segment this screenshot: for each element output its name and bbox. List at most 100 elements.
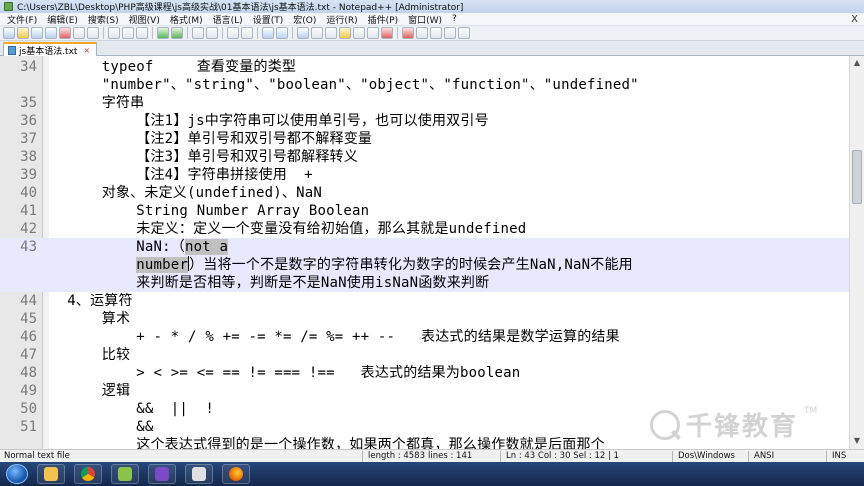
menu-view[interactable]: 视图(V) — [124, 13, 165, 26]
menu-help[interactable]: ? — [447, 14, 462, 24]
menu-edit[interactable]: 编辑(E) — [42, 13, 83, 26]
line-text: 【注4】字符串拼接使用 + — [50, 167, 313, 183]
window-title: C:\Users\ZBL\Desktop\PHP高级课程\js高级实战\01基本… — [17, 3, 464, 13]
code-line: 37 【注2】单引号和双引号都不解释变量 — [0, 130, 849, 148]
redo-icon[interactable] — [171, 27, 183, 39]
editor-area[interactable]: 34 typeof 查看变量的类型 "number"、"string"、"boo… — [0, 56, 864, 449]
title-bar: C:\Users\ZBL\Desktop\PHP高级课程\js高级实战\01基本… — [0, 0, 864, 13]
line-number: 37 — [20, 131, 37, 147]
close-file-icon[interactable] — [59, 27, 71, 39]
toolbar-divider — [292, 27, 293, 39]
status-divider — [362, 451, 363, 462]
line-text: String Number Array Boolean — [50, 203, 370, 219]
tab-close-icon[interactable]: × — [83, 46, 90, 55]
close-all-icon[interactable] — [73, 27, 85, 39]
phpstorm-icon[interactable] — [148, 464, 176, 484]
menu-settings[interactable]: 设置(T) — [248, 13, 289, 26]
insert-mode-status: INS — [832, 451, 847, 461]
status-divider — [500, 451, 501, 462]
code-line: 36 【注1】js中字符串可以使用单引号，也可以使用双引号 — [0, 112, 849, 130]
print-icon[interactable] — [87, 27, 99, 39]
doc-map-icon[interactable] — [353, 27, 365, 39]
menu-macro[interactable]: 宏(O) — [288, 13, 321, 26]
media-icon[interactable] — [185, 464, 213, 484]
lines-status: lines : 141 — [428, 451, 473, 461]
zoom-in-icon[interactable] — [227, 27, 239, 39]
open-file-icon[interactable] — [17, 27, 29, 39]
line-text: 算术 — [50, 311, 131, 327]
macro-record-icon[interactable] — [402, 27, 414, 39]
code-line: 39 【注4】字符串拼接使用 + — [0, 166, 849, 184]
word-wrap-icon[interactable] — [297, 27, 309, 39]
code-line: "number"、"string"、"boolean"、"object"、"fu… — [0, 76, 849, 94]
find-icon[interactable] — [192, 27, 204, 39]
notepadpp-app-icon — [4, 2, 13, 11]
code-line: 34 typeof 查看变量的类型 — [0, 58, 849, 76]
line-text: number）当将一个不是数字的字符串转化为数字的时候会产生NaN,NaN不能用 — [50, 256, 633, 274]
monitoring-icon[interactable] — [381, 27, 393, 39]
menu-run[interactable]: 运行(R) — [321, 13, 362, 26]
firefox-icon[interactable] — [222, 464, 250, 484]
scroll-down-icon[interactable]: ▼ — [850, 434, 864, 448]
menu-plugins[interactable]: 插件(P) — [363, 13, 403, 26]
system-tray — [796, 466, 856, 482]
indent-guide-icon[interactable] — [325, 27, 337, 39]
zoom-out-icon[interactable] — [241, 27, 253, 39]
text-segment — [50, 257, 136, 273]
line-number: 47 — [20, 347, 37, 363]
close-document-icon[interactable]: X — [851, 14, 858, 25]
line-number: 39 — [20, 167, 37, 183]
sync-horizontal-icon[interactable] — [276, 27, 288, 39]
line-text: 逻辑 — [50, 383, 131, 399]
toolbar-divider — [222, 27, 223, 39]
menu-search[interactable]: 搜索(S) — [83, 13, 124, 26]
scroll-up-icon[interactable]: ▲ — [850, 56, 864, 70]
paste-icon[interactable] — [136, 27, 148, 39]
text-segment: NaN:（ — [50, 239, 186, 255]
replace-icon[interactable] — [206, 27, 218, 39]
line-text: 字符串 — [50, 95, 145, 111]
menu-window[interactable]: 窗口(W) — [403, 13, 447, 26]
copy-icon[interactable] — [122, 27, 134, 39]
menu-format[interactable]: 格式(M) — [165, 13, 208, 26]
undo-icon[interactable] — [157, 27, 169, 39]
save-icon[interactable] — [31, 27, 43, 39]
menu-language[interactable]: 语言(L) — [208, 13, 248, 26]
line-number: 46 — [20, 329, 37, 345]
folder-icon[interactable] — [37, 464, 65, 484]
code-line: 35 字符串 — [0, 94, 849, 112]
code-line: 40 对象、未定义(undefined)、NaN — [0, 184, 849, 202]
line-text: 这个表达式得到的是一个操作数，如果两个都真，那么操作数就是后面那个 — [50, 437, 605, 449]
line-text: + - * / % += -= *= /= %= ++ -- 表达式的结果是数学… — [50, 329, 620, 345]
function-list-icon[interactable] — [367, 27, 379, 39]
code-line: 41 String Number Array Boolean — [0, 202, 849, 220]
notepadpp-icon[interactable] — [111, 464, 139, 484]
encoding-status[interactable]: ANSI — [754, 451, 774, 461]
macro-run-multiple-icon[interactable] — [444, 27, 456, 39]
macro-save-icon[interactable] — [458, 27, 470, 39]
line-number: 35 — [20, 95, 37, 111]
macro-play-icon[interactable] — [430, 27, 442, 39]
menu-file[interactable]: 文件(F) — [2, 13, 42, 26]
line-text: 4、运算符 — [50, 293, 133, 309]
save-all-icon[interactable] — [45, 27, 57, 39]
tab-js-basic-syntax[interactable]: js基本语法.txt × — [3, 42, 98, 57]
code-line: 45 算术 — [0, 310, 849, 328]
current-line: 来判断是否相等，判断是不是NaN使用isNaN函数来判断 — [0, 274, 849, 292]
cut-icon[interactable] — [108, 27, 120, 39]
scrollbar-thumb[interactable] — [852, 150, 862, 204]
windows-start-icon[interactable] — [6, 464, 28, 484]
new-file-icon[interactable] — [3, 27, 15, 39]
line-number: 48 — [20, 365, 37, 381]
selected-text: number — [136, 257, 189, 273]
show-all-chars-icon[interactable] — [311, 27, 323, 39]
macro-stop-icon[interactable] — [416, 27, 428, 39]
vertical-scrollbar[interactable]: ▲ ▼ — [849, 56, 864, 449]
line-number: 34 — [20, 59, 37, 75]
line-number: 38 — [20, 149, 37, 165]
user-language-icon[interactable] — [339, 27, 351, 39]
line-text: && || ! — [50, 401, 214, 417]
sync-vertical-icon[interactable] — [262, 27, 274, 39]
eol-status[interactable]: Dos\Windows — [678, 451, 735, 461]
chrome-icon[interactable] — [74, 464, 102, 484]
